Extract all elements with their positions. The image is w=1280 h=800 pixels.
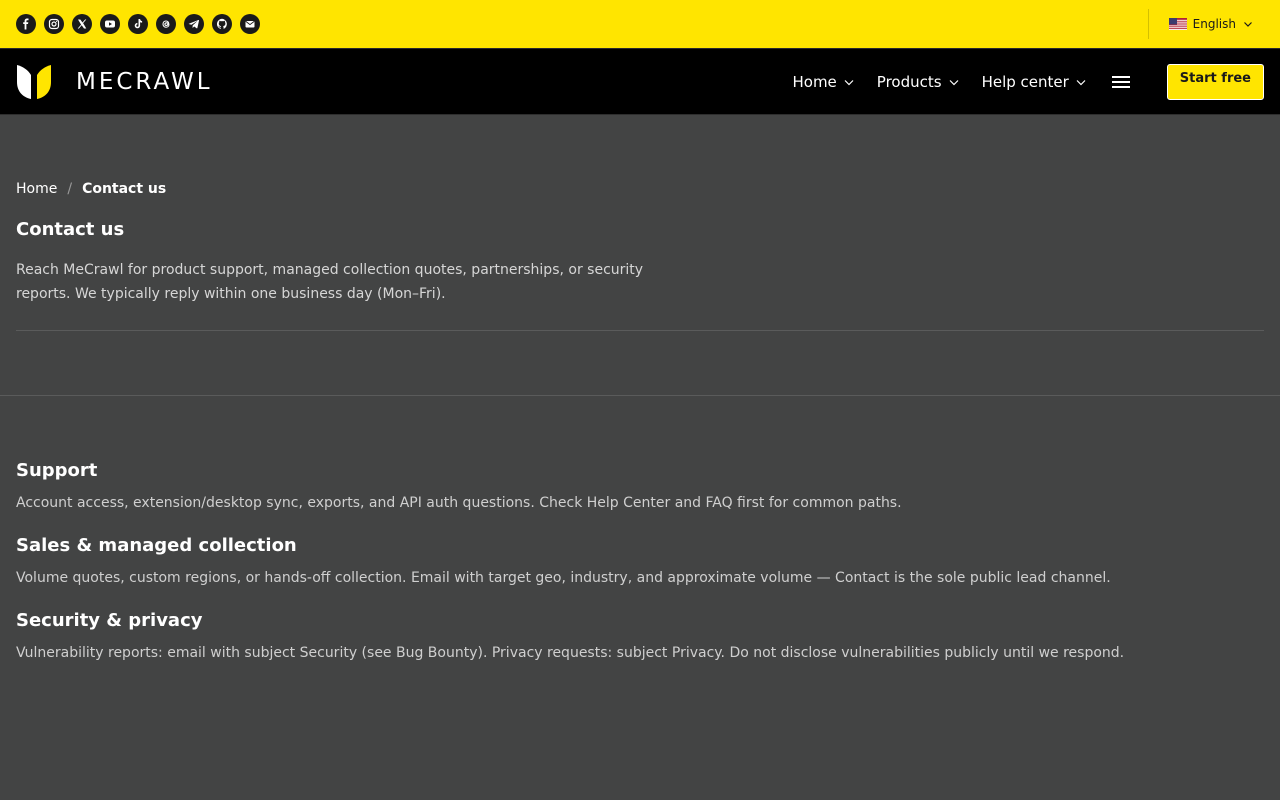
telegram-icon[interactable] [184,14,204,34]
breadcrumb-separator: / [67,181,73,197]
page-title: Contact us [16,219,125,240]
start-free-button[interactable]: Start free [1166,63,1264,100]
x-twitter-icon[interactable] [72,14,92,34]
nav-item-label: Help center [981,72,1069,91]
facebook-icon[interactable] [16,14,36,34]
chevron-down-icon [1244,22,1252,27]
tiktok-icon[interactable] [128,14,148,34]
header-divider [16,330,1264,331]
social-links [16,14,260,34]
chevron-down-icon [844,79,854,85]
mecrawl-logo-icon [17,64,51,99]
menu-icon[interactable] [1111,72,1131,92]
section-body: Volume quotes, custom regions, or hands-… [16,570,1111,586]
brand-logo-link[interactable]: MECRAWL [16,64,213,100]
social-bar: English [0,0,1280,49]
main-nav: MECRAWL Home Products Help center Start … [0,49,1280,115]
youtube-icon[interactable] [100,14,120,34]
brand-wordmark: MECRAWL [76,68,213,95]
section-sales: Sales & managed collection Volume quotes… [16,535,1264,586]
section-support: Support Account access, extension/deskto… [16,460,1264,511]
section-title: Security & privacy [16,610,203,631]
nav-links: Home Products Help center Start free [792,63,1264,100]
nav-item-label: Home [792,72,837,91]
nav-item-help-center[interactable]: Help center [982,73,1087,91]
nav-item-label: Products [876,72,942,91]
us-flag-icon [1168,18,1187,30]
threads-icon[interactable] [156,14,176,34]
github-icon[interactable] [212,14,232,34]
breadcrumb-home-link[interactable]: Home [16,181,57,197]
nav-item-home[interactable]: Home [792,73,854,91]
section-security: Security & privacy Vulnerability reports… [16,610,1264,661]
email-icon[interactable] [240,14,260,34]
section-title: Support [16,460,98,481]
page-header: Home / Contact us Contact us Reach MeCra… [0,115,1280,331]
language-selector[interactable]: English [1147,9,1254,39]
contact-sections: Support Account access, extension/deskto… [0,396,1280,661]
nav-item-products[interactable]: Products [877,73,960,91]
section-body: Vulnerability reports: email with subjec… [16,645,1125,661]
page-intro: Reach MeCrawl for product support, manag… [16,262,644,302]
chevron-down-icon [1076,79,1086,85]
chevron-down-icon [949,79,958,85]
section-body: Account access, extension/desktop sync, … [16,495,902,511]
breadcrumb-current: Contact us [82,181,167,197]
breadcrumb: Home / Contact us [16,181,1264,197]
instagram-icon[interactable] [44,14,64,34]
section-title: Sales & managed collection [16,535,297,556]
language-label: English [1192,17,1236,31]
